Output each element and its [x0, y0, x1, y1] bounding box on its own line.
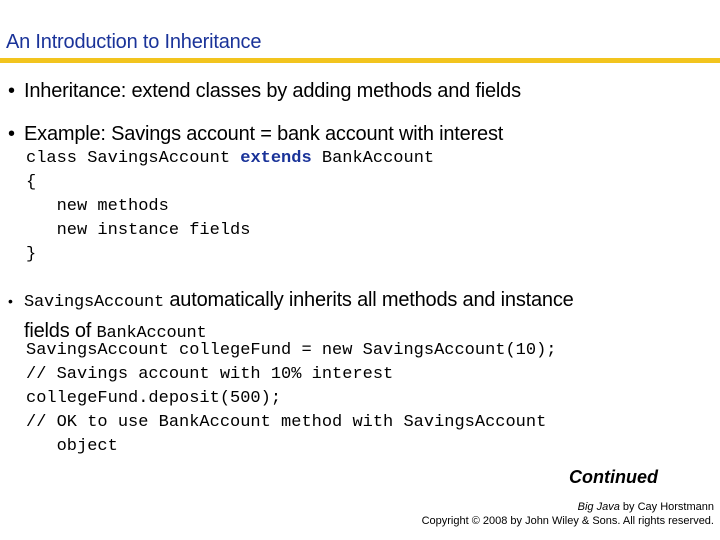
- continued-label: Continued: [569, 467, 658, 487]
- code-line: SavingsAccount collegeFund = new Savings…: [26, 341, 557, 360]
- bullet-text: automatically inherits all methods and i…: [164, 289, 574, 311]
- bullet-icon: •: [8, 293, 13, 309]
- code-block-usage: SavingsAccount collegeFund = new Savings…: [26, 339, 557, 459]
- code-keyword-extends: extends: [240, 149, 312, 168]
- code-line: class SavingsAccount: [26, 149, 241, 168]
- bullet-icon: •: [8, 80, 15, 102]
- slide-title: An Introduction to Inheritance: [6, 31, 262, 53]
- bullet-inheritance: • Inheritance: extend classes by adding m…: [8, 80, 521, 103]
- inline-code: SavingsAccount: [24, 293, 165, 312]
- bullet-example: • Example: Savings account = bank account…: [8, 123, 503, 146]
- book-author: by Cay Horstmann: [619, 501, 714, 513]
- bullet-text: Example: Savings account = bank account …: [24, 123, 504, 145]
- code-line: collegeFund.deposit(500);: [26, 389, 282, 408]
- bullet-text: Inheritance: extend classes by adding me…: [24, 80, 521, 102]
- code-line: }: [26, 245, 37, 264]
- bullet-icon: •: [8, 123, 15, 145]
- code-comment: // Savings account with 10% interest: [26, 365, 394, 384]
- code-line: new instance fields: [26, 221, 251, 240]
- copyright-notice: Copyright © 2008 by John Wiley & Sons. A…: [421, 515, 714, 527]
- code-comment: object: [26, 437, 118, 456]
- title-underline: [0, 58, 720, 63]
- code-line: BankAccount: [311, 149, 435, 168]
- code-block-class-definition: class SavingsAccount extends BankAccount…: [26, 147, 434, 267]
- code-line: {: [26, 173, 37, 192]
- book-title: Big Java: [577, 501, 620, 513]
- book-credit: Big Java by Cay Horstmann: [578, 501, 714, 513]
- code-line: new methods: [26, 197, 169, 216]
- code-comment: // OK to use BankAccount method with Sav…: [26, 413, 547, 432]
